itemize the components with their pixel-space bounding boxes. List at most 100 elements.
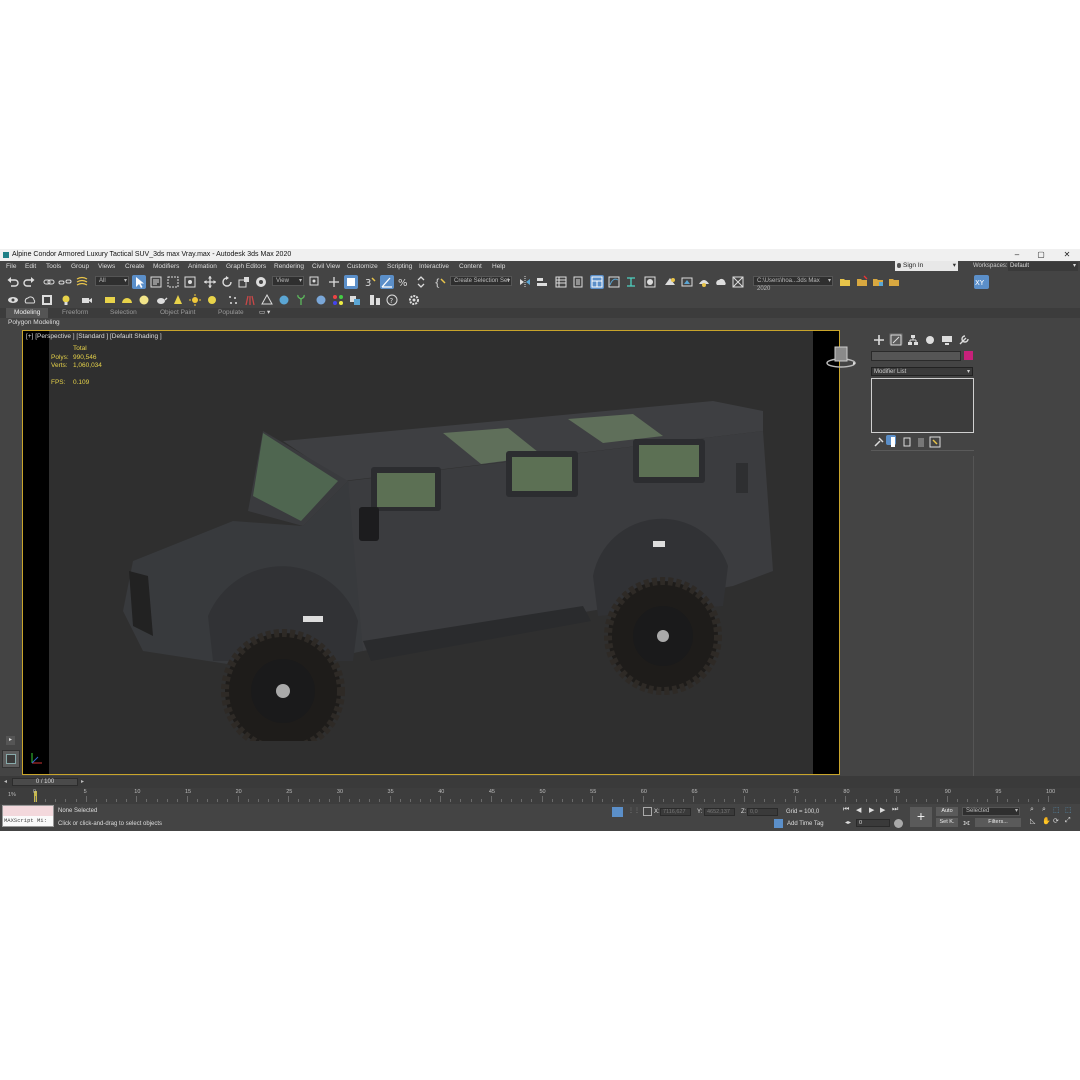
zoom-icon[interactable]: ⌕ [1030, 806, 1034, 814]
place-icon[interactable] [254, 275, 268, 289]
time-config-icon[interactable] [894, 819, 903, 828]
track-bar[interactable]: 1% 0 5 10 15 20 25 30 35 40 45 50 55 60 65 70 75 80 85 90 9… [0, 788, 1080, 804]
rendered-frame-window-icon[interactable] [680, 275, 694, 289]
menu-customize[interactable]: Customize [347, 261, 378, 272]
ribbon-toggle-icon[interactable] [590, 275, 604, 289]
tab-object-paint[interactable]: Object Paint [160, 308, 195, 318]
proxy-icon[interactable] [260, 293, 274, 307]
percent-snap-icon[interactable]: % [397, 275, 411, 289]
orbit-icon[interactable]: ⟳ [1053, 817, 1059, 825]
dome-light-icon[interactable] [120, 293, 134, 307]
display-tab-icon[interactable] [940, 333, 954, 345]
snap-toggle-icon[interactable]: 3 [363, 275, 377, 289]
auto-key-button[interactable]: Auto [936, 807, 958, 816]
current-frame-field[interactable]: 0 [856, 819, 890, 827]
material-sphere-icon[interactable] [314, 293, 328, 307]
help-icon[interactable]: ? [385, 293, 399, 307]
teapot-icon[interactable] [154, 293, 168, 307]
redo-icon[interactable] [22, 275, 36, 289]
y-coordinate-field[interactable]: 4652,137 [704, 808, 735, 816]
select-by-name-icon[interactable] [149, 275, 163, 289]
motion-tab-icon[interactable] [923, 333, 937, 345]
menu-group[interactable]: Group [71, 261, 89, 272]
maximize-button[interactable]: ▢ [1032, 249, 1050, 261]
select-manipulate-icon[interactable] [327, 275, 341, 289]
eye-icon[interactable] [6, 293, 20, 307]
menu-civil-view[interactable]: Civil View [312, 261, 340, 272]
browse-folder-icon[interactable] [887, 275, 901, 289]
minimize-button[interactable]: – [1008, 249, 1026, 261]
move-icon[interactable] [203, 275, 217, 289]
ref-coord-dropdown[interactable]: View ▾ [272, 276, 304, 286]
remove-modifier-icon[interactable] [914, 435, 924, 447]
field-of-view-icon[interactable]: ◺ [1030, 817, 1035, 825]
particle-icon[interactable] [226, 293, 240, 307]
render-production-icon[interactable] [697, 275, 711, 289]
window-crossing-icon[interactable] [183, 275, 197, 289]
create-tab-icon[interactable] [872, 333, 886, 345]
a360-gallery-icon[interactable] [731, 275, 745, 289]
perspective-viewport[interactable]: [+] [Perspective ] [Standard ] [Default … [22, 330, 856, 775]
render-in-cloud-icon[interactable] [714, 275, 728, 289]
rotate-icon[interactable] [220, 275, 234, 289]
cloud-icon[interactable] [23, 293, 37, 307]
key-mode-icon[interactable]: ◂▸ [845, 819, 851, 826]
project-folder-icon[interactable] [838, 275, 852, 289]
menu-interactive[interactable]: Interactive [419, 261, 449, 272]
maxscript-listener[interactable]: MAXScript Mi: [2, 805, 54, 827]
ribbon-options-icon[interactable]: ▭ ▾ [259, 308, 270, 318]
set-key-button[interactable]: Set K. [936, 818, 958, 827]
material-editor-icon[interactable] [643, 275, 657, 289]
viewcube-icon[interactable] [825, 345, 857, 371]
link-icon[interactable] [42, 275, 56, 289]
angle-snap-icon[interactable] [380, 275, 394, 289]
menu-views[interactable]: Views [98, 261, 115, 272]
play-icon[interactable]: ▶ [869, 806, 874, 814]
layer-explorer-icon[interactable] [571, 275, 585, 289]
edit-named-selections-icon[interactable]: { [433, 275, 447, 289]
modifier-stack[interactable] [871, 378, 974, 433]
show-end-result-icon[interactable] [886, 435, 896, 447]
light-icon[interactable] [60, 293, 74, 307]
time-prev-icon[interactable]: ◂ [4, 778, 7, 785]
sign-in-dropdown[interactable]: Sign In ▾ [895, 261, 958, 271]
modifier-list-dropdown[interactable]: Modifier List ▾ [871, 367, 973, 376]
set-key-big-button[interactable]: + [910, 807, 932, 827]
bind-space-warp-icon[interactable] [75, 275, 89, 289]
add-time-tag[interactable]: Add Time Tag [787, 821, 824, 827]
close-button[interactable]: ✕ [1058, 249, 1076, 261]
settings-gear-icon[interactable] [407, 293, 421, 307]
previous-frame-icon[interactable]: ◀ [856, 806, 861, 814]
schematic-view-icon[interactable] [624, 275, 638, 289]
open-file-icon[interactable] [855, 275, 869, 289]
menu-rendering[interactable]: Rendering [274, 261, 304, 272]
next-frame-icon[interactable]: ▶ [880, 806, 885, 814]
polygon-modeling-panel[interactable]: Polygon Modeling [0, 318, 1080, 328]
menu-help[interactable]: Help [492, 261, 505, 272]
maxscript-mini-label[interactable]: MAXScript Mi: [3, 816, 53, 826]
go-to-start-icon[interactable]: ⏮ [843, 806, 849, 814]
track-bar-filter-icon[interactable]: 1% [8, 792, 16, 798]
menu-scripting[interactable]: Scripting [387, 261, 412, 272]
pin-stack-icon[interactable] [872, 435, 884, 447]
menu-create[interactable]: Create [125, 261, 145, 272]
tab-modeling[interactable]: Modeling [6, 308, 49, 318]
save-file-icon[interactable] [871, 275, 885, 289]
project-path-dropdown[interactable]: C:\Users\hoa...3ds Max 2020 ▾ [753, 276, 833, 292]
sun-icon[interactable] [188, 293, 202, 307]
viewport-layout-icon[interactable] [2, 750, 20, 768]
armored-suv-model[interactable] [113, 371, 793, 741]
object-color-swatch[interactable] [964, 351, 973, 360]
tab-populate[interactable]: Populate [218, 308, 244, 318]
curve-editor-icon[interactable] [607, 275, 621, 289]
x-coordinate-field[interactable]: 7116,627 [660, 808, 691, 816]
menu-animation[interactable]: Animation [188, 261, 217, 272]
pan-icon[interactable]: ✋ [1042, 817, 1051, 825]
plane-primitive-icon[interactable] [103, 293, 117, 307]
menu-content[interactable]: Content [459, 261, 482, 272]
spot-light-icon[interactable] [171, 293, 185, 307]
time-next-icon[interactable]: ▸ [81, 778, 84, 785]
vray-fur-icon[interactable] [243, 293, 257, 307]
maximize-viewport-icon[interactable]: ⤢ [1065, 817, 1071, 825]
vray-plant-icon[interactable] [294, 293, 308, 307]
